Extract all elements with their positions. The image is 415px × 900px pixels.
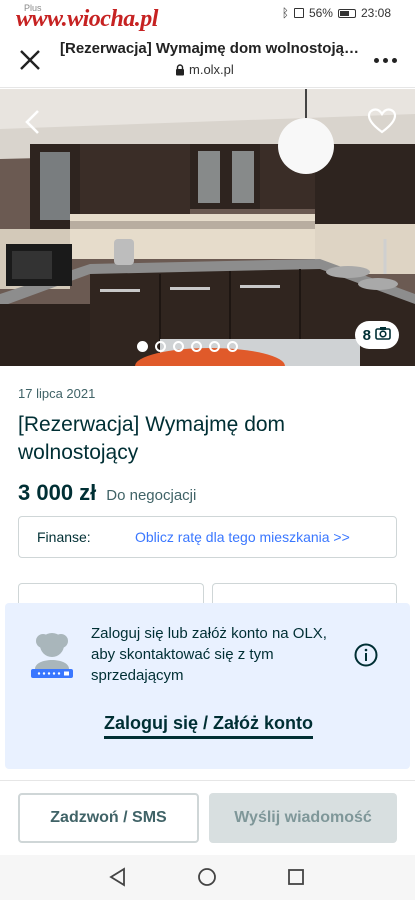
vibrate-icon	[293, 8, 304, 18]
battery-icon	[337, 8, 356, 18]
gallery-dot[interactable]	[191, 341, 202, 352]
login-prompt-text: Zaloguj się lub załóż konto na OLX, aby …	[91, 625, 327, 684]
info-icon[interactable]	[354, 643, 378, 667]
user-avatar-icon	[29, 629, 75, 681]
login-prompt-panel: Zaloguj się lub załóż konto na OLX, aby …	[5, 603, 410, 769]
camera-icon	[375, 326, 391, 344]
heart-icon[interactable]	[367, 107, 397, 135]
clock: 23:08	[360, 6, 391, 20]
lock-icon	[175, 63, 185, 76]
contact-actions: Zadzwoń / SMS Wyślij wiadomość	[18, 793, 397, 843]
browser-page-title: [Rezerwacja] Wymajmę dom wolnostojący...	[60, 40, 360, 57]
photo-count: 8	[362, 326, 371, 344]
gallery-dot[interactable]	[155, 341, 166, 352]
battery-percent: 56%	[308, 6, 333, 20]
nav-back-icon[interactable]	[108, 867, 128, 887]
browser-url[interactable]: m.olx.pl	[175, 62, 234, 77]
divider	[0, 780, 415, 781]
ad-price: 3 000 zł	[18, 480, 97, 505]
photo-gallery[interactable]: 8	[0, 89, 415, 366]
back-arrow-icon[interactable]	[18, 107, 48, 137]
nav-recent-apps-icon[interactable]	[286, 867, 306, 887]
kitchen-photo	[0, 89, 415, 366]
close-icon[interactable]	[16, 46, 44, 74]
call-sms-button[interactable]: Zadzwoń / SMS	[18, 793, 199, 843]
watermark-logo: www.wiocha.pl	[16, 6, 158, 32]
status-bar: Plus www.wiocha.pl ᛒ 56% 23:08	[0, 0, 415, 32]
browser-header: [Rezerwacja] Wymajmę dom wolnostojący...…	[0, 32, 415, 88]
send-message-button[interactable]: Wyślij wiadomość	[209, 793, 397, 843]
gallery-pagination	[137, 341, 238, 352]
ad-date: 17 lipca 2021	[18, 386, 96, 401]
status-icons: ᛒ 56% 23:08	[282, 6, 391, 20]
system-nav-bar	[0, 855, 415, 900]
price-row: 3 000 zł Do negocjacji	[18, 480, 196, 506]
finance-calculator-link[interactable]: Oblicz ratę dla tego mieszkania >>	[135, 529, 350, 545]
gallery-dot[interactable]	[137, 341, 148, 352]
url-text: m.olx.pl	[189, 62, 234, 77]
negotiable-label: Do negocjacji	[106, 487, 197, 504]
photo-count-badge[interactable]: 8	[354, 321, 399, 349]
finance-label: Finanse:	[37, 529, 91, 545]
ad-title: [Rezerwacja] Wymajmę dom wolnostojący	[18, 413, 286, 464]
gallery-dot[interactable]	[173, 341, 184, 352]
finance-box: Finanse: Oblicz ratę dla tego mieszkania…	[18, 516, 397, 558]
login-register-link[interactable]: Zaloguj się / Załóż konto	[104, 713, 314, 739]
bluetooth-icon: ᛒ	[281, 6, 289, 20]
gallery-dot[interactable]	[209, 341, 220, 352]
gallery-dot[interactable]	[227, 341, 238, 352]
more-icon[interactable]	[371, 50, 399, 70]
nav-home-icon[interactable]	[197, 867, 217, 887]
